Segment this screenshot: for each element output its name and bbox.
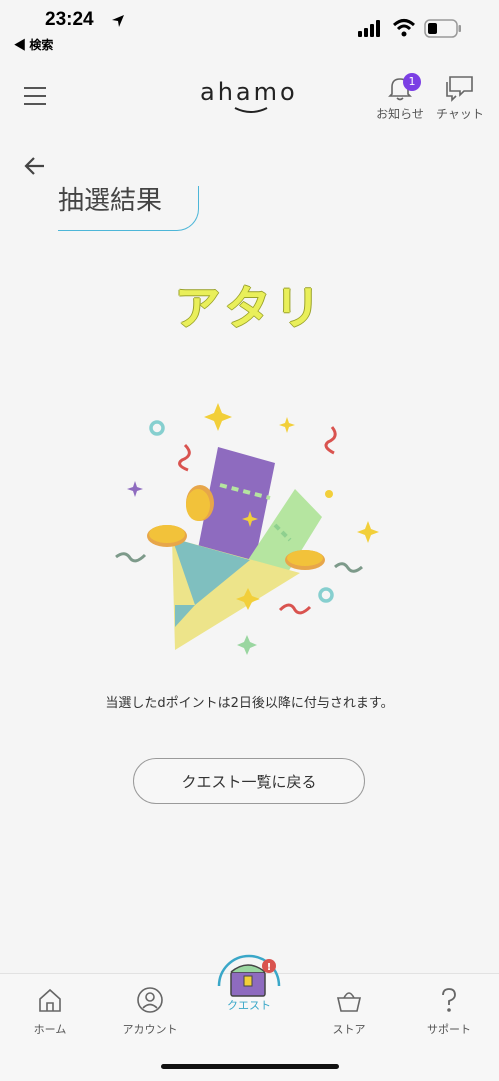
- menu-icon[interactable]: [24, 87, 46, 105]
- page-title: 抽選結果: [58, 186, 163, 216]
- lottery-result-text: アタリ: [174, 281, 325, 335]
- winning-tickets-illustration: [115, 403, 379, 655]
- wifi-icon: [392, 19, 416, 37]
- back-to-search-link[interactable]: ◀ 検索: [14, 36, 53, 53]
- nav-label-store: ストア: [332, 1023, 366, 1036]
- back-to-quests-button[interactable]: クエスト一覧に戻る: [133, 758, 365, 804]
- logo-smile-icon: [234, 107, 268, 113]
- cellular-signal-icon: [358, 20, 380, 37]
- home-icon: [39, 988, 61, 1012]
- home-indicator: [161, 1064, 339, 1069]
- status-time: 23:24: [45, 9, 94, 30]
- account-icon: [137, 987, 163, 1013]
- notification-count-badge: 1: [403, 73, 421, 91]
- ahamo-logo[interactable]: ahamo: [200, 78, 298, 106]
- nav-item-store[interactable]: ストア: [299, 986, 399, 1037]
- chat-bubbles-icon: [446, 76, 473, 102]
- chat-label: チャット: [436, 107, 484, 121]
- battery-icon: [424, 19, 461, 38]
- treasure-chest-icon: !: [217, 954, 281, 997]
- nav-item-account[interactable]: アカウント: [100, 986, 200, 1037]
- notifications-label: お知らせ: [376, 107, 424, 121]
- nav-label-account: アカウント: [122, 1023, 178, 1036]
- nav-item-support[interactable]: サポート: [399, 986, 499, 1037]
- question-icon: [442, 988, 456, 1012]
- nav-label-home: ホーム: [33, 1023, 67, 1036]
- basket-icon: [336, 992, 362, 1012]
- points-notice-text: 当選したdポイントは2日後以降に付与されます。: [105, 696, 394, 711]
- location-arrow-icon: [112, 15, 124, 27]
- svg-text:!: !: [267, 962, 272, 973]
- back-arrow-icon[interactable]: [22, 154, 48, 178]
- chat-button[interactable]: チャット: [432, 74, 488, 122]
- nav-label-support: サポート: [427, 1023, 471, 1036]
- nav-item-home[interactable]: ホーム: [0, 986, 100, 1037]
- nav-item-quest[interactable]: ! クエスト: [199, 954, 299, 1013]
